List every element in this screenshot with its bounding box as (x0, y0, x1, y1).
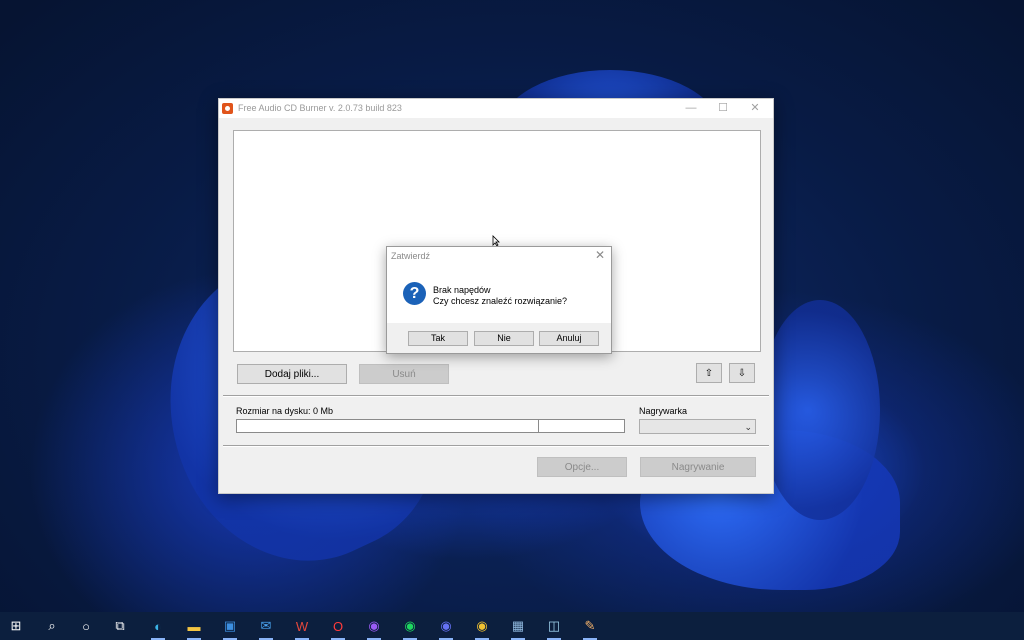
disk-size-progress-bar (236, 419, 625, 433)
add-files-button[interactable]: Dodaj pliki... (237, 364, 347, 384)
close-button[interactable]: ✕ (739, 101, 771, 116)
move-down-button[interactable]: ⇩ (729, 363, 755, 383)
start-icon[interactable]: ⊞ (6, 616, 26, 636)
chrome-icon[interactable]: ◉ (472, 616, 492, 640)
cortana-icon[interactable]: ○ (76, 616, 96, 636)
no-button[interactable]: Nie (474, 331, 534, 346)
maximize-button[interactable]: ☐ (707, 101, 739, 116)
burner-label: Nagrywarka (639, 406, 688, 416)
window-title: Free Audio CD Burner v. 2.0.73 build 823 (238, 103, 402, 113)
edge-icon[interactable]: ◐ (148, 616, 168, 640)
capacity-marker (538, 420, 539, 432)
burner-select[interactable]: ⌄ (639, 419, 756, 434)
calculator-icon[interactable]: ▦ (508, 616, 528, 640)
paint-icon[interactable]: ✎ (580, 616, 600, 640)
dialog-message: Brak napędów Czy chcesz znaleźć rozwiąza… (433, 285, 567, 307)
wallpaper-bloom (760, 300, 880, 520)
taskbar: ⊞ ⌕ ○ ⧉ ◐ ▬ ▣ ✉ W O ◉ ◉ ◉ ◉ ▦ ◫ ✎ (0, 612, 1024, 640)
dialog-message-line: Czy chcesz znaleźć rozwiązanie? (433, 296, 568, 306)
cancel-button[interactable]: Anuluj (539, 331, 599, 346)
opera-icon[interactable]: O (328, 616, 348, 640)
app-icon (222, 103, 233, 114)
messenger-icon[interactable]: ◉ (364, 616, 384, 640)
move-up-button[interactable]: ⇧ (696, 363, 722, 383)
dialog-title: Zatwierdź (391, 251, 431, 261)
minimize-button[interactable]: — (675, 101, 707, 116)
burn-button[interactable]: Nagrywanie (640, 457, 756, 477)
dialog-close-button[interactable]: ✕ (595, 248, 605, 262)
mail-icon[interactable]: ✉ (256, 616, 276, 640)
yes-button[interactable]: Tak (408, 331, 468, 346)
question-icon: ? (403, 282, 426, 305)
chevron-down-icon: ⌄ (744, 422, 752, 432)
discord-icon[interactable]: ◉ (436, 616, 456, 640)
task-view-icon[interactable]: ⧉ (110, 616, 130, 636)
search-icon[interactable]: ⌕ (42, 616, 62, 636)
options-button[interactable]: Opcje... (537, 457, 627, 477)
title-bar[interactable]: Free Audio CD Burner v. 2.0.73 build 823… (219, 99, 773, 118)
disk-size-label: Rozmiar na dysku: 0 Mb (236, 406, 334, 416)
wps-office-icon[interactable]: W (292, 616, 312, 640)
remove-button[interactable]: Usuń (359, 364, 449, 384)
file-explorer-icon[interactable]: ▬ (184, 616, 204, 640)
spotify-icon[interactable]: ◉ (400, 616, 420, 640)
app-icon-1[interactable]: ◫ (544, 616, 564, 640)
confirm-dialog: Zatwierdź ✕ ? Brak napędów Czy chcesz zn… (386, 246, 612, 354)
divider (223, 445, 769, 447)
dialog-message-line: Brak napędów (433, 285, 491, 295)
divider (223, 395, 769, 397)
store-icon[interactable]: ▣ (220, 616, 240, 640)
